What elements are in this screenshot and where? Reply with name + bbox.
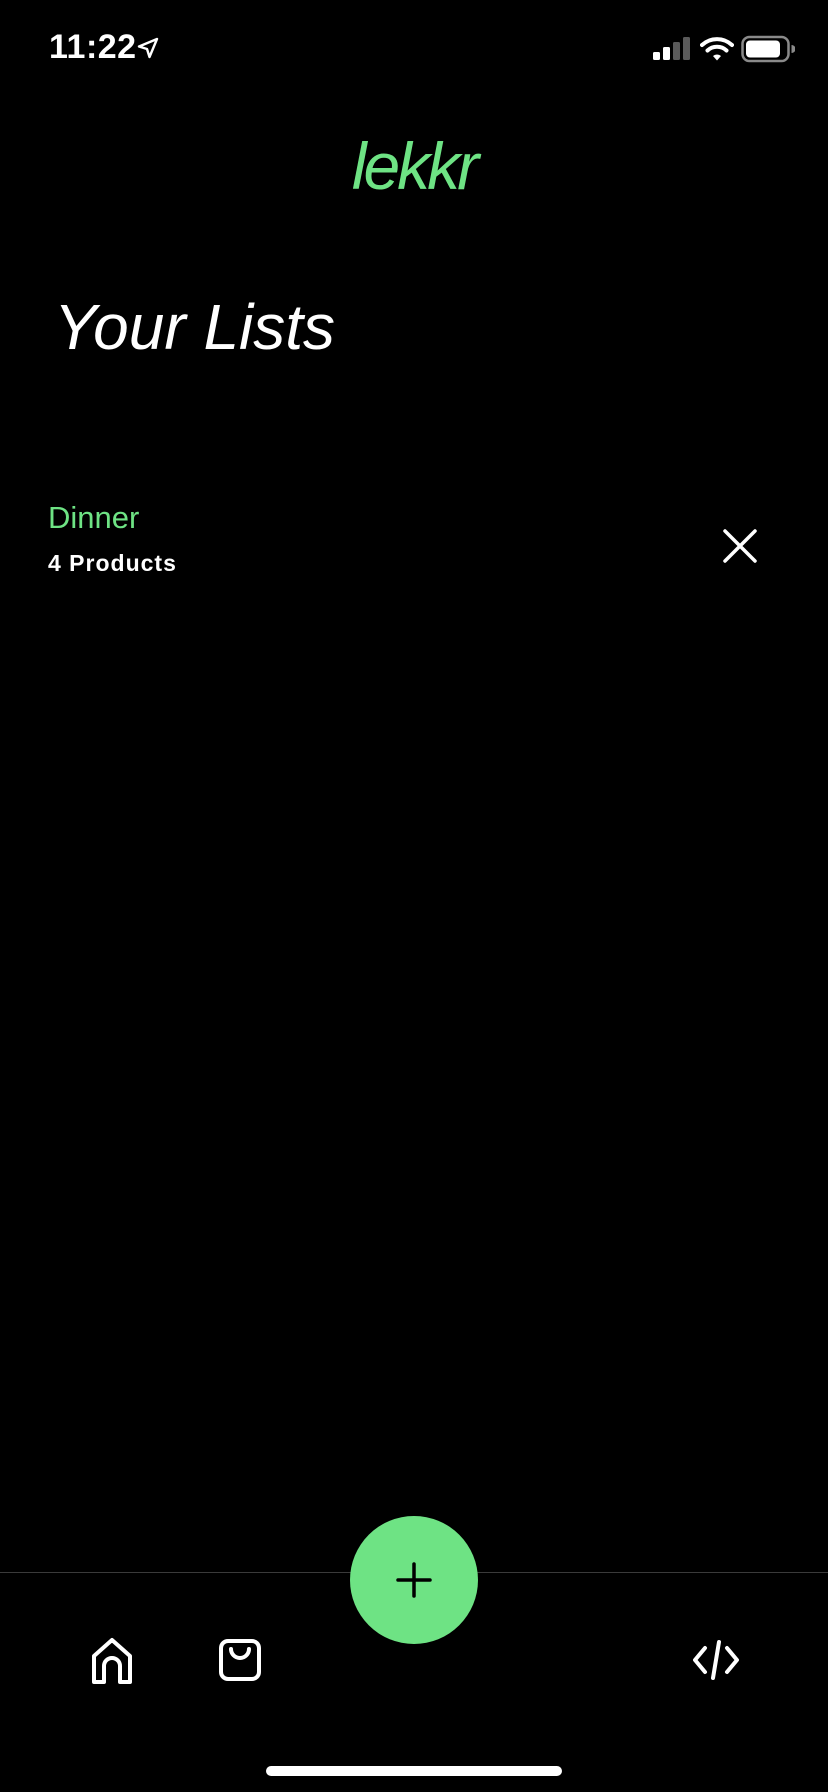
status-time: 11:22: [49, 28, 137, 66]
close-icon: [723, 529, 757, 563]
status-bar: 11:22: [0, 0, 828, 100]
code-icon: [693, 1640, 739, 1680]
battery-icon: [741, 35, 795, 63]
add-list-button[interactable]: [350, 1516, 478, 1644]
delete-list-button[interactable]: [716, 522, 764, 570]
location-arrow-icon: [137, 37, 159, 59]
list-item[interactable]: Dinner 4 Products: [0, 488, 828, 588]
list-name: Dinner: [48, 500, 140, 535]
home-icon: [92, 1638, 132, 1684]
tab-shopping-bag[interactable]: [212, 1632, 268, 1688]
wifi-icon: [700, 37, 734, 61]
plus-icon: [396, 1562, 432, 1598]
list-product-count: 4 Products: [48, 550, 177, 576]
shopping-bag-icon: [219, 1639, 261, 1681]
page-title: Your Lists: [54, 291, 336, 363]
home-indicator: [266, 1766, 562, 1776]
tab-home[interactable]: [84, 1632, 140, 1688]
tab-code[interactable]: [688, 1632, 744, 1688]
cellular-signal-icon: [653, 37, 690, 60]
app-logo: lekkr: [351, 129, 479, 203]
